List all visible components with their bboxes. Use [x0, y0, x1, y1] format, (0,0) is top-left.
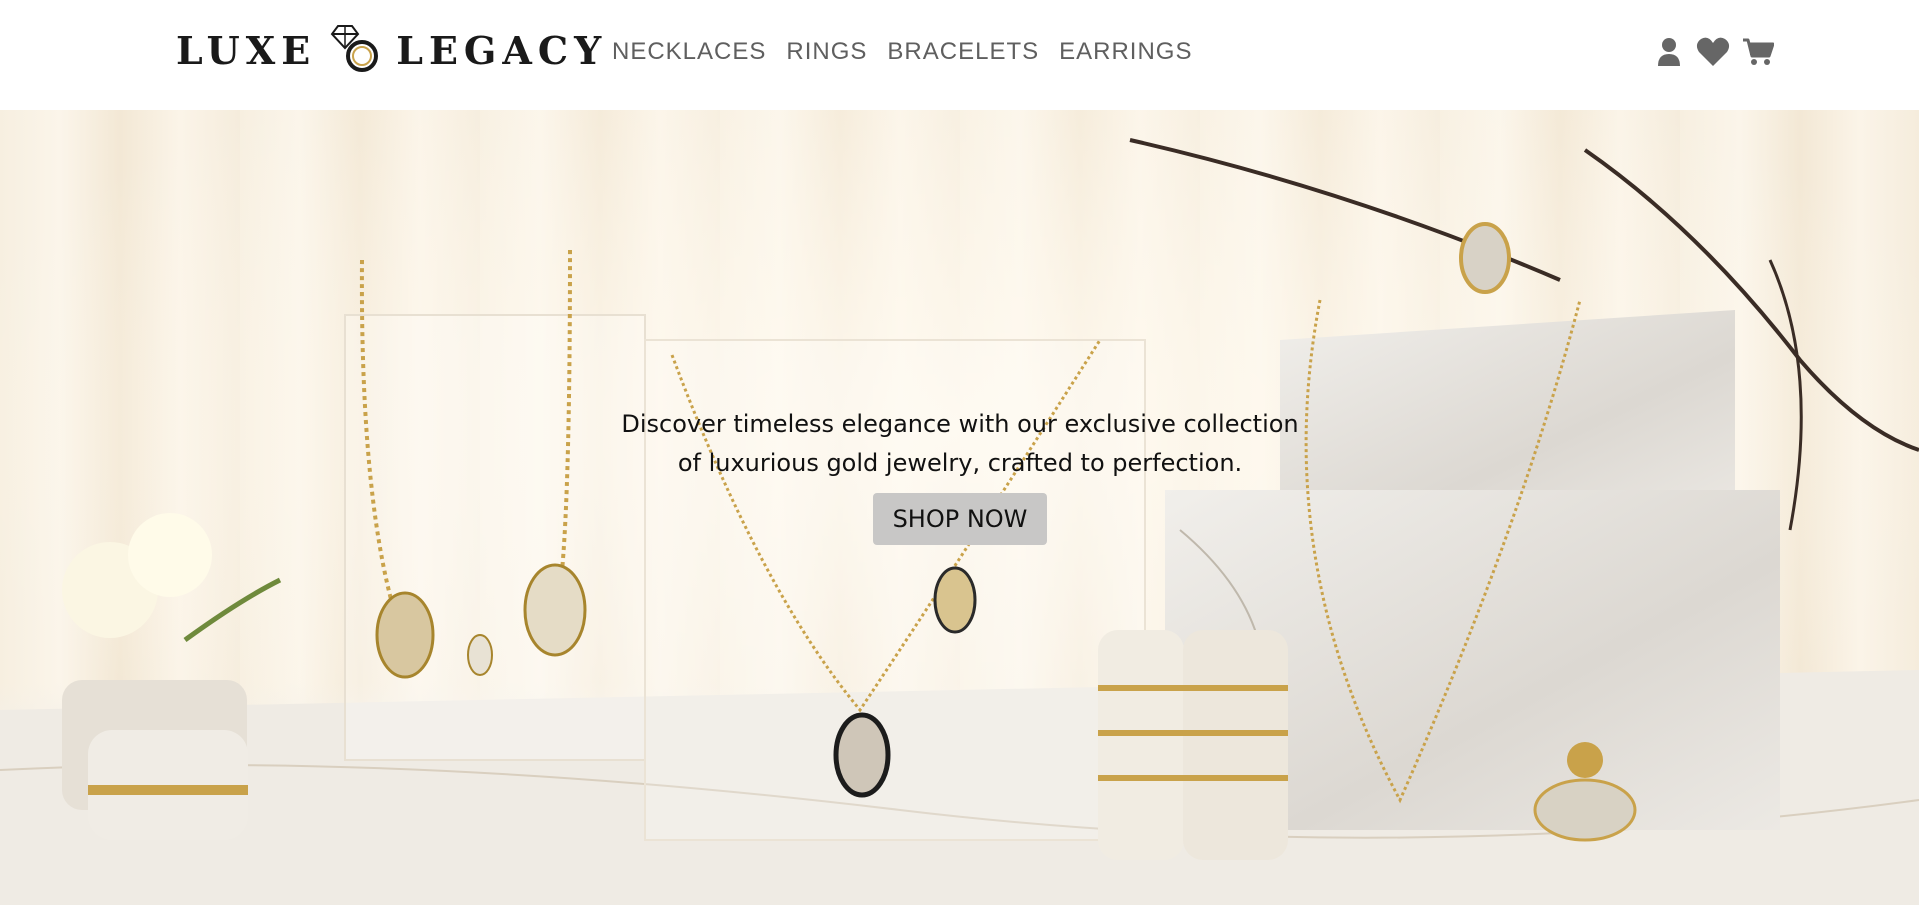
main-nav: NECKLACES RINGS BRACELETS EARRINGS: [612, 38, 1192, 66]
user-icon[interactable]: [1654, 36, 1684, 68]
diamond-ring-icon: [330, 25, 379, 72]
hero-banner: Discover timeless elegance with our excl…: [0, 110, 1919, 905]
heart-icon[interactable]: [1696, 36, 1730, 68]
nav-bracelets[interactable]: BRACELETS: [887, 38, 1039, 66]
hero-tagline: Discover timeless elegance with our excl…: [560, 405, 1360, 483]
nav-rings[interactable]: RINGS: [786, 38, 867, 66]
brand-logo[interactable]: LUXE LEGACY: [176, 22, 607, 78]
brand-name-left: LUXE: [176, 27, 317, 73]
hero-tagline-line2: of luxurious gold jewelry, crafted to pe…: [677, 449, 1243, 477]
cart-icon[interactable]: [1742, 36, 1774, 68]
header-actions: [1654, 36, 1774, 68]
nav-necklaces[interactable]: NECKLACES: [612, 38, 766, 66]
brand-name-right: LEGACY: [396, 27, 608, 73]
hero-tagline-line1: Discover timeless elegance with our excl…: [621, 410, 1299, 438]
shop-now-button[interactable]: SHOP NOW: [873, 493, 1047, 545]
nav-earrings[interactable]: EARRINGS: [1059, 38, 1192, 66]
site-header: LUXE LEGACY NECKLACES RINGS BRACELETS EA…: [0, 0, 1919, 110]
